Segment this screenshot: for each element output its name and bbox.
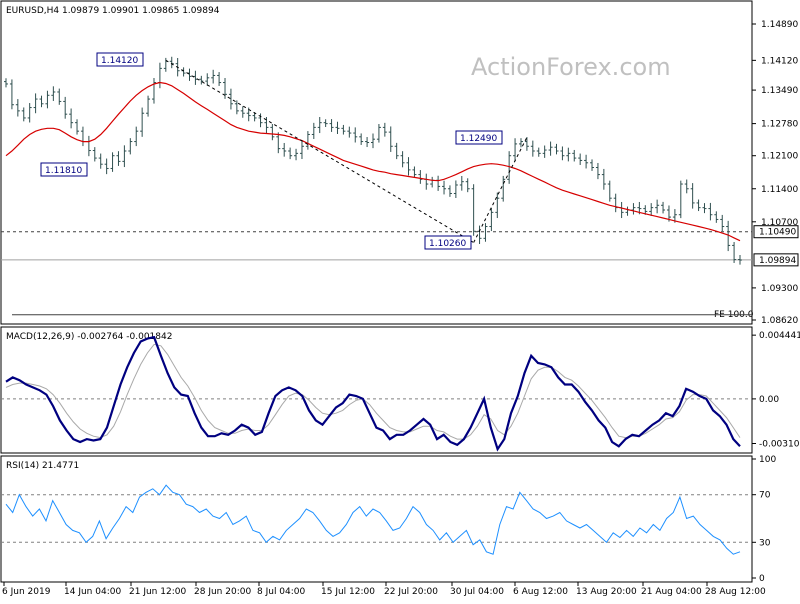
- high-label-august: 1.12490: [460, 134, 497, 144]
- rsi-tick-label: 70: [759, 491, 771, 501]
- low-label-june: 1.11810: [45, 166, 82, 176]
- price-tick-label: 1.12100: [761, 152, 798, 162]
- watermark: ActionForex.com: [471, 53, 671, 81]
- chart-header: EURUSD,H4 1.09879 1.09901 1.09865 1.0989…: [6, 6, 220, 16]
- price-tick-label: 1.12780: [761, 120, 798, 130]
- chart-svg: ActionForex.com EURUSD,H4 1.09879 1.0990…: [0, 0, 800, 597]
- x-tick-label: 15 Jul 12:00: [321, 587, 375, 597]
- x-tick-label: 30 Jul 04:00: [450, 587, 504, 597]
- price-tick-label: 1.13490: [761, 86, 798, 96]
- price-tick-label: 1.09300: [761, 284, 798, 294]
- chart-window: ActionForex.com EURUSD,H4 1.09879 1.0990…: [0, 0, 800, 600]
- level-price-label: 1.10490: [759, 228, 796, 238]
- macd-header: MACD(12,26,9) -0.002764 -0.001842: [6, 332, 172, 342]
- x-tick-label: 28 Aug 12:00: [705, 587, 766, 597]
- rsi-tick-label: 100: [759, 455, 776, 465]
- low-label-july: 1.10260: [429, 239, 466, 249]
- price-tick-label: 1.08620: [761, 316, 798, 326]
- macd-tick-label: -0.003107: [759, 439, 800, 449]
- x-tick-label: 14 Jun 04:00: [64, 587, 121, 597]
- rsi-tick-label: 0: [759, 574, 765, 584]
- price-tick-label: 1.14120: [761, 56, 798, 66]
- x-tick-label: 21 Jun 12:00: [129, 587, 186, 597]
- macd-tick-label: 0.00: [759, 395, 779, 405]
- x-tick-label: 21 Aug 04:00: [641, 587, 702, 597]
- x-tick-label: 6 Jun 2019: [2, 587, 51, 597]
- current-price-label: 1.09894: [759, 256, 796, 266]
- high-label: 1.14120: [101, 56, 138, 66]
- x-tick-label: 13 Aug 20:00: [576, 587, 637, 597]
- price-tick-label: 1.14890: [761, 20, 798, 30]
- x-tick-label: 8 Jul 04:00: [257, 587, 306, 597]
- price-panel: [0, 0, 753, 325]
- rsi-tick-label: 30: [759, 538, 771, 548]
- rsi-header: RSI(14) 21.4771: [6, 461, 79, 471]
- rsi-panel: [0, 455, 753, 583]
- x-tick-label: 6 Aug 12:00: [513, 587, 568, 597]
- x-tick-label: 28 Jun 20:00: [194, 587, 251, 597]
- price-tick-label: 1.11400: [761, 185, 798, 195]
- macd-panel: [0, 326, 753, 454]
- x-tick-label: 22 Jul 20:00: [384, 587, 438, 597]
- macd-tick-label: 0.004441: [759, 331, 800, 341]
